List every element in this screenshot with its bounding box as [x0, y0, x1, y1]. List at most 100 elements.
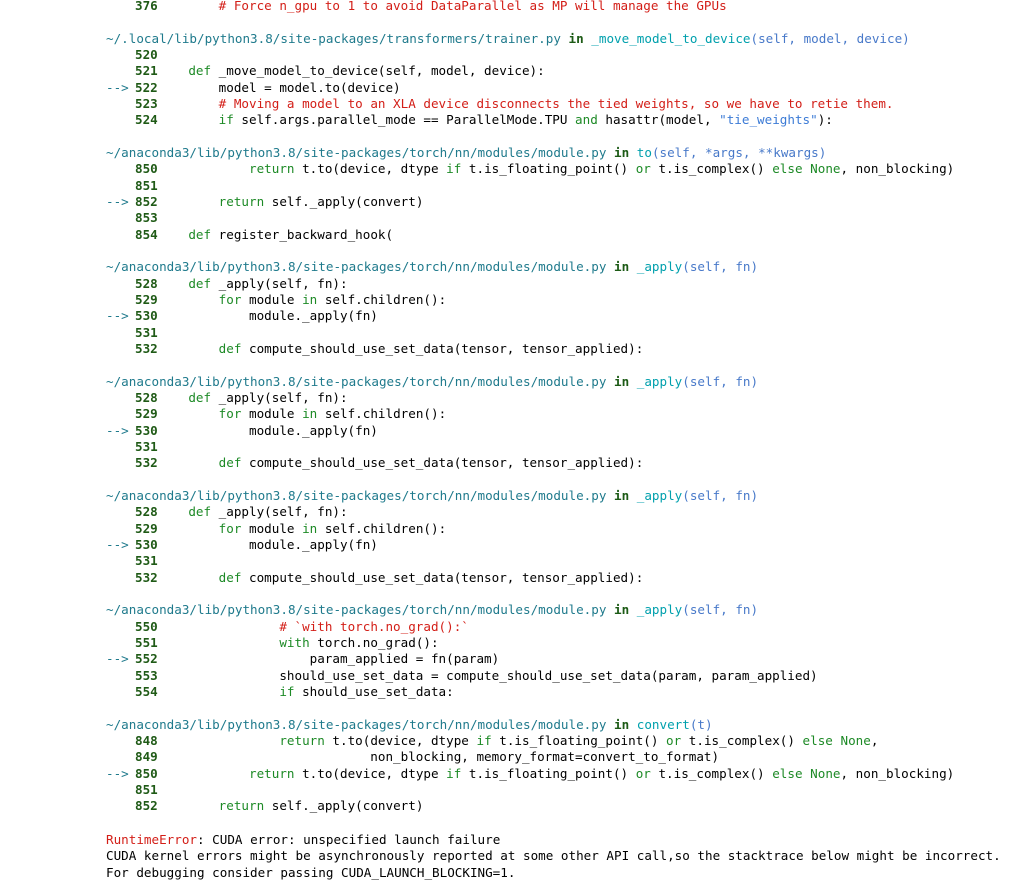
frame-file-path[interactable]: ~/anaconda3/lib/python3.8/site-packages/…: [106, 717, 606, 732]
line-number: 850: [135, 765, 158, 781]
source-code: # Force n_gpu to 1 to avoid DataParallel…: [218, 0, 727, 13]
line-number: 852: [135, 798, 158, 814]
source-code: if should_use_set_data:: [279, 683, 454, 699]
line-number: 520: [135, 47, 158, 62]
line-number: 848: [135, 732, 158, 748]
frame-function-args: (self, *args, **kwargs): [651, 145, 827, 160]
line-number: 552: [135, 651, 158, 667]
current-line-arrow: -->: [106, 79, 129, 95]
source-code: module._apply(fn): [158, 422, 378, 438]
frame-header: ~/anaconda3/lib/python3.8/site-packages/…: [106, 259, 758, 275]
line-number: 531: [135, 553, 158, 569]
error-type: RuntimeError: [106, 831, 197, 847]
source-code: return self._apply(convert): [218, 798, 424, 814]
source-code: return t.to(device, dtype if t.is_floati…: [249, 765, 955, 781]
line-number: 553: [135, 667, 158, 683]
frame-file-path[interactable]: ~/.local/lib/python3.8/site-packages/tra…: [106, 31, 561, 46]
source-code: return t.to(device, dtype if t.is_floati…: [249, 161, 955, 177]
frame-function-name: convert: [636, 716, 690, 732]
frame-in-keyword: in: [606, 716, 637, 732]
frame-function-name: _apply: [636, 487, 683, 503]
frame-function-args: (self, fn): [682, 373, 759, 389]
line-number: 530: [135, 308, 158, 324]
traceback-output: 376 # Force n_gpu to 1 to avoid DataPara…: [0, 0, 1024, 883]
line-number: 849: [135, 749, 158, 765]
current-line-arrow: -->: [106, 536, 129, 552]
error-hint: For debugging consider passing CUDA_LAUN…: [106, 864, 516, 880]
source-code: module._apply(fn): [158, 308, 378, 324]
frame-function-args: (self, fn): [682, 487, 759, 503]
frame-in-keyword: in: [606, 487, 637, 503]
line-number: 532: [135, 455, 158, 471]
line-number: 376: [135, 0, 158, 13]
current-line-arrow: -->: [106, 308, 129, 324]
source-code: for module in self.children():: [218, 520, 447, 536]
frame-function-name: to: [636, 145, 652, 160]
frame-file-path[interactable]: ~/anaconda3/lib/python3.8/site-packages/…: [106, 374, 606, 389]
frame-file-path[interactable]: ~/anaconda3/lib/python3.8/site-packages/…: [106, 602, 606, 617]
line-number: 851: [135, 781, 158, 797]
line-number: 852: [135, 194, 158, 209]
line-number: 850: [135, 161, 158, 177]
frame-header: ~/anaconda3/lib/python3.8/site-packages/…: [106, 145, 826, 161]
frame-file-path[interactable]: ~/anaconda3/lib/python3.8/site-packages/…: [106, 259, 606, 274]
source-code: if self.args.parallel_mode == ParallelMo…: [218, 112, 833, 128]
source-code: def _move_model_to_device(self, model, d…: [188, 63, 545, 79]
error-message: : CUDA error: unspecified launch failure: [197, 831, 501, 847]
frame-header: ~/anaconda3/lib/python3.8/site-packages/…: [106, 602, 758, 618]
line-number: 530: [135, 422, 158, 438]
frame-in-keyword: in: [606, 259, 637, 275]
frame-function-name: _apply: [636, 602, 683, 618]
line-number: 531: [135, 324, 158, 340]
frame-file-path[interactable]: ~/anaconda3/lib/python3.8/site-packages/…: [106, 488, 606, 503]
source-code: # `with torch.no_grad():`: [279, 618, 469, 634]
source-code: with torch.no_grad():: [279, 634, 439, 650]
line-number: 524: [135, 112, 158, 128]
frame-in-keyword: in: [606, 602, 637, 618]
source-code: module._apply(fn): [158, 536, 378, 552]
line-number: 532: [135, 340, 158, 356]
line-number: 854: [135, 226, 158, 242]
line-number: 532: [135, 569, 158, 585]
frame-in-keyword: in: [606, 145, 637, 160]
line-number: 528: [135, 504, 158, 520]
frame-in-keyword: in: [560, 30, 592, 46]
frame-function-name: _apply: [636, 259, 683, 275]
frame-header: ~/anaconda3/lib/python3.8/site-packages/…: [106, 717, 713, 733]
frame-function-name: _apply: [636, 373, 683, 389]
line-number: 523: [135, 96, 158, 111]
line-number: 530: [135, 536, 158, 552]
source-code: def register_backward_hook(: [188, 226, 394, 242]
line-number: 529: [135, 406, 158, 422]
source-code: model = model.to(device): [158, 79, 401, 95]
current-line-arrow: -->: [106, 422, 129, 438]
source-code: def compute_should_use_set_data(tensor, …: [218, 340, 644, 356]
frame-function-args: (self, fn): [682, 602, 759, 618]
frame-function-args: (t): [689, 716, 713, 732]
line-number: 531: [135, 438, 158, 454]
line-number: 851: [135, 177, 158, 193]
source-code: # Moving a model to an XLA device discon…: [218, 96, 894, 111]
frame-header: ~/anaconda3/lib/python3.8/site-packages/…: [106, 488, 758, 504]
source-code: for module in self.children():: [218, 291, 447, 307]
current-line-arrow: -->: [106, 194, 129, 209]
source-code: for module in self.children():: [218, 406, 447, 422]
error-detail: CUDA kernel errors might be asynchronous…: [106, 848, 1001, 864]
frame-header: ~/.local/lib/python3.8/site-packages/tra…: [106, 31, 910, 47]
current-line-arrow: -->: [106, 765, 129, 781]
frame-function-args: (self, fn): [682, 259, 759, 275]
frame-in-keyword: in: [606, 373, 637, 389]
line-number: 550: [135, 618, 158, 634]
frame-header: ~/anaconda3/lib/python3.8/site-packages/…: [106, 374, 758, 390]
frame-function-args: (self, model, device): [750, 30, 910, 46]
line-number: 853: [135, 210, 158, 226]
source-code: def _apply(self, fn):: [188, 389, 348, 405]
line-number: 521: [135, 63, 158, 79]
source-code: return t.to(device, dtype if t.is_floati…: [279, 732, 879, 748]
line-number: 554: [135, 683, 158, 699]
source-code: def compute_should_use_set_data(tensor, …: [218, 569, 644, 585]
line-number: 528: [135, 275, 158, 291]
source-code: non_blocking, memory_format=convert_to_f…: [158, 749, 720, 765]
line-number: 551: [135, 634, 158, 650]
frame-file-path[interactable]: ~/anaconda3/lib/python3.8/site-packages/…: [106, 145, 606, 160]
